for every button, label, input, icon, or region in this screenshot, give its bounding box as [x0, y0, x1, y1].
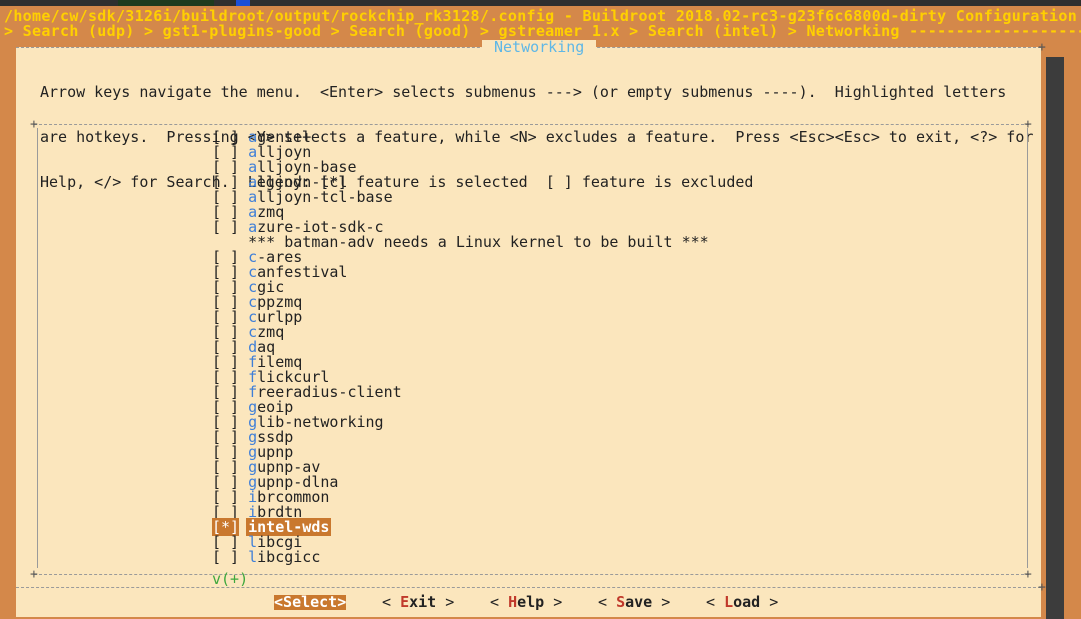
menu-item-text: *** batman-adv needs a Linux kernel to b…: [248, 233, 709, 251]
hotkey-letter: l: [248, 548, 258, 566]
button-bracket: <: [598, 593, 617, 611]
scroll-more-indicator[interactable]: v(+): [212, 572, 248, 587]
menu-right-border: [1027, 128, 1028, 568]
button-bar: <Select> < Exit > < Help > < Save > < Load >: [16, 595, 1041, 611]
select-button[interactable]: <Select>: [274, 593, 347, 611]
menu-list-box: + + + + [ ] agent++[ ] alljoyn[ ] alljoy…: [30, 118, 1032, 587]
menu-left-border: [37, 128, 38, 568]
save-button[interactable]: < Save >: [598, 595, 670, 610]
button-label: elp: [517, 593, 545, 611]
dialog-shadow: [1046, 57, 1064, 619]
terminal-tab[interactable]: [118, 0, 214, 6]
menu-corner-br: +: [1024, 567, 1032, 582]
button-hotkey: S: [283, 593, 293, 611]
button-label: xit: [409, 593, 437, 611]
dialog-corner: +: [1038, 40, 1046, 55]
terminal-tab-indicator: [236, 0, 250, 6]
exit-button[interactable]: < Exit >: [382, 595, 454, 610]
menu-item-text: ibcgicc: [257, 548, 321, 566]
button-label: ave: [625, 593, 653, 611]
button-hotkey: L: [724, 593, 734, 611]
menu-item[interactable]: [ ] libcgicc: [212, 550, 709, 565]
help-button[interactable]: < Help >: [490, 595, 562, 610]
button-label: elect: [292, 593, 338, 611]
button-bracket: >: [544, 593, 563, 611]
menu-item[interactable]: [ ] curlpp: [212, 310, 709, 325]
help-line: Arrow keys navigate the menu. <Enter> se…: [40, 83, 1007, 101]
button-hotkey: H: [508, 593, 518, 611]
button-bar-separator: [16, 587, 1041, 588]
button-bracket: >: [760, 593, 779, 611]
button-bracket: >: [652, 593, 671, 611]
checkbox[interactable]: [ ]: [212, 548, 239, 566]
button-bracket: <: [382, 593, 401, 611]
menu-bottom-border: [34, 574, 1029, 575]
button-bracket: >: [337, 593, 347, 611]
menu-item[interactable]: [ ] alljoyn-tcl-base: [212, 190, 709, 205]
menu-item-label: *** batman-adv needs a Linux kernel to b…: [248, 233, 709, 251]
window-title: /home/cw/sdk/3126i/buildroot/output/rock…: [4, 7, 1078, 25]
menu-top-border: [34, 124, 1029, 125]
button-bracket: >: [436, 593, 455, 611]
button-hotkey: E: [400, 593, 410, 611]
button-bracket: <: [274, 593, 284, 611]
menu-corner-bl: +: [30, 567, 38, 582]
dialog-title: Networking: [482, 40, 597, 55]
menu-item[interactable]: [ ] czmq: [212, 325, 709, 340]
menu-item[interactable]: [ ] canfestival: [212, 265, 709, 280]
button-hotkey: S: [616, 593, 626, 611]
load-button[interactable]: < Load >: [706, 595, 778, 610]
menu-items: [ ] agent++[ ] alljoyn[ ] alljoyn-base[ …: [212, 130, 709, 565]
terminal-tab-strip: [0, 0, 1081, 6]
menuconfig-dialog: + Networking Arrow keys navigate the men…: [16, 40, 1046, 617]
menu-item-label: libcgicc: [248, 548, 320, 566]
separator-corner: +: [1038, 580, 1046, 595]
button-bracket: <: [706, 593, 725, 611]
button-label: oad: [733, 593, 761, 611]
button-bracket: <: [490, 593, 509, 611]
